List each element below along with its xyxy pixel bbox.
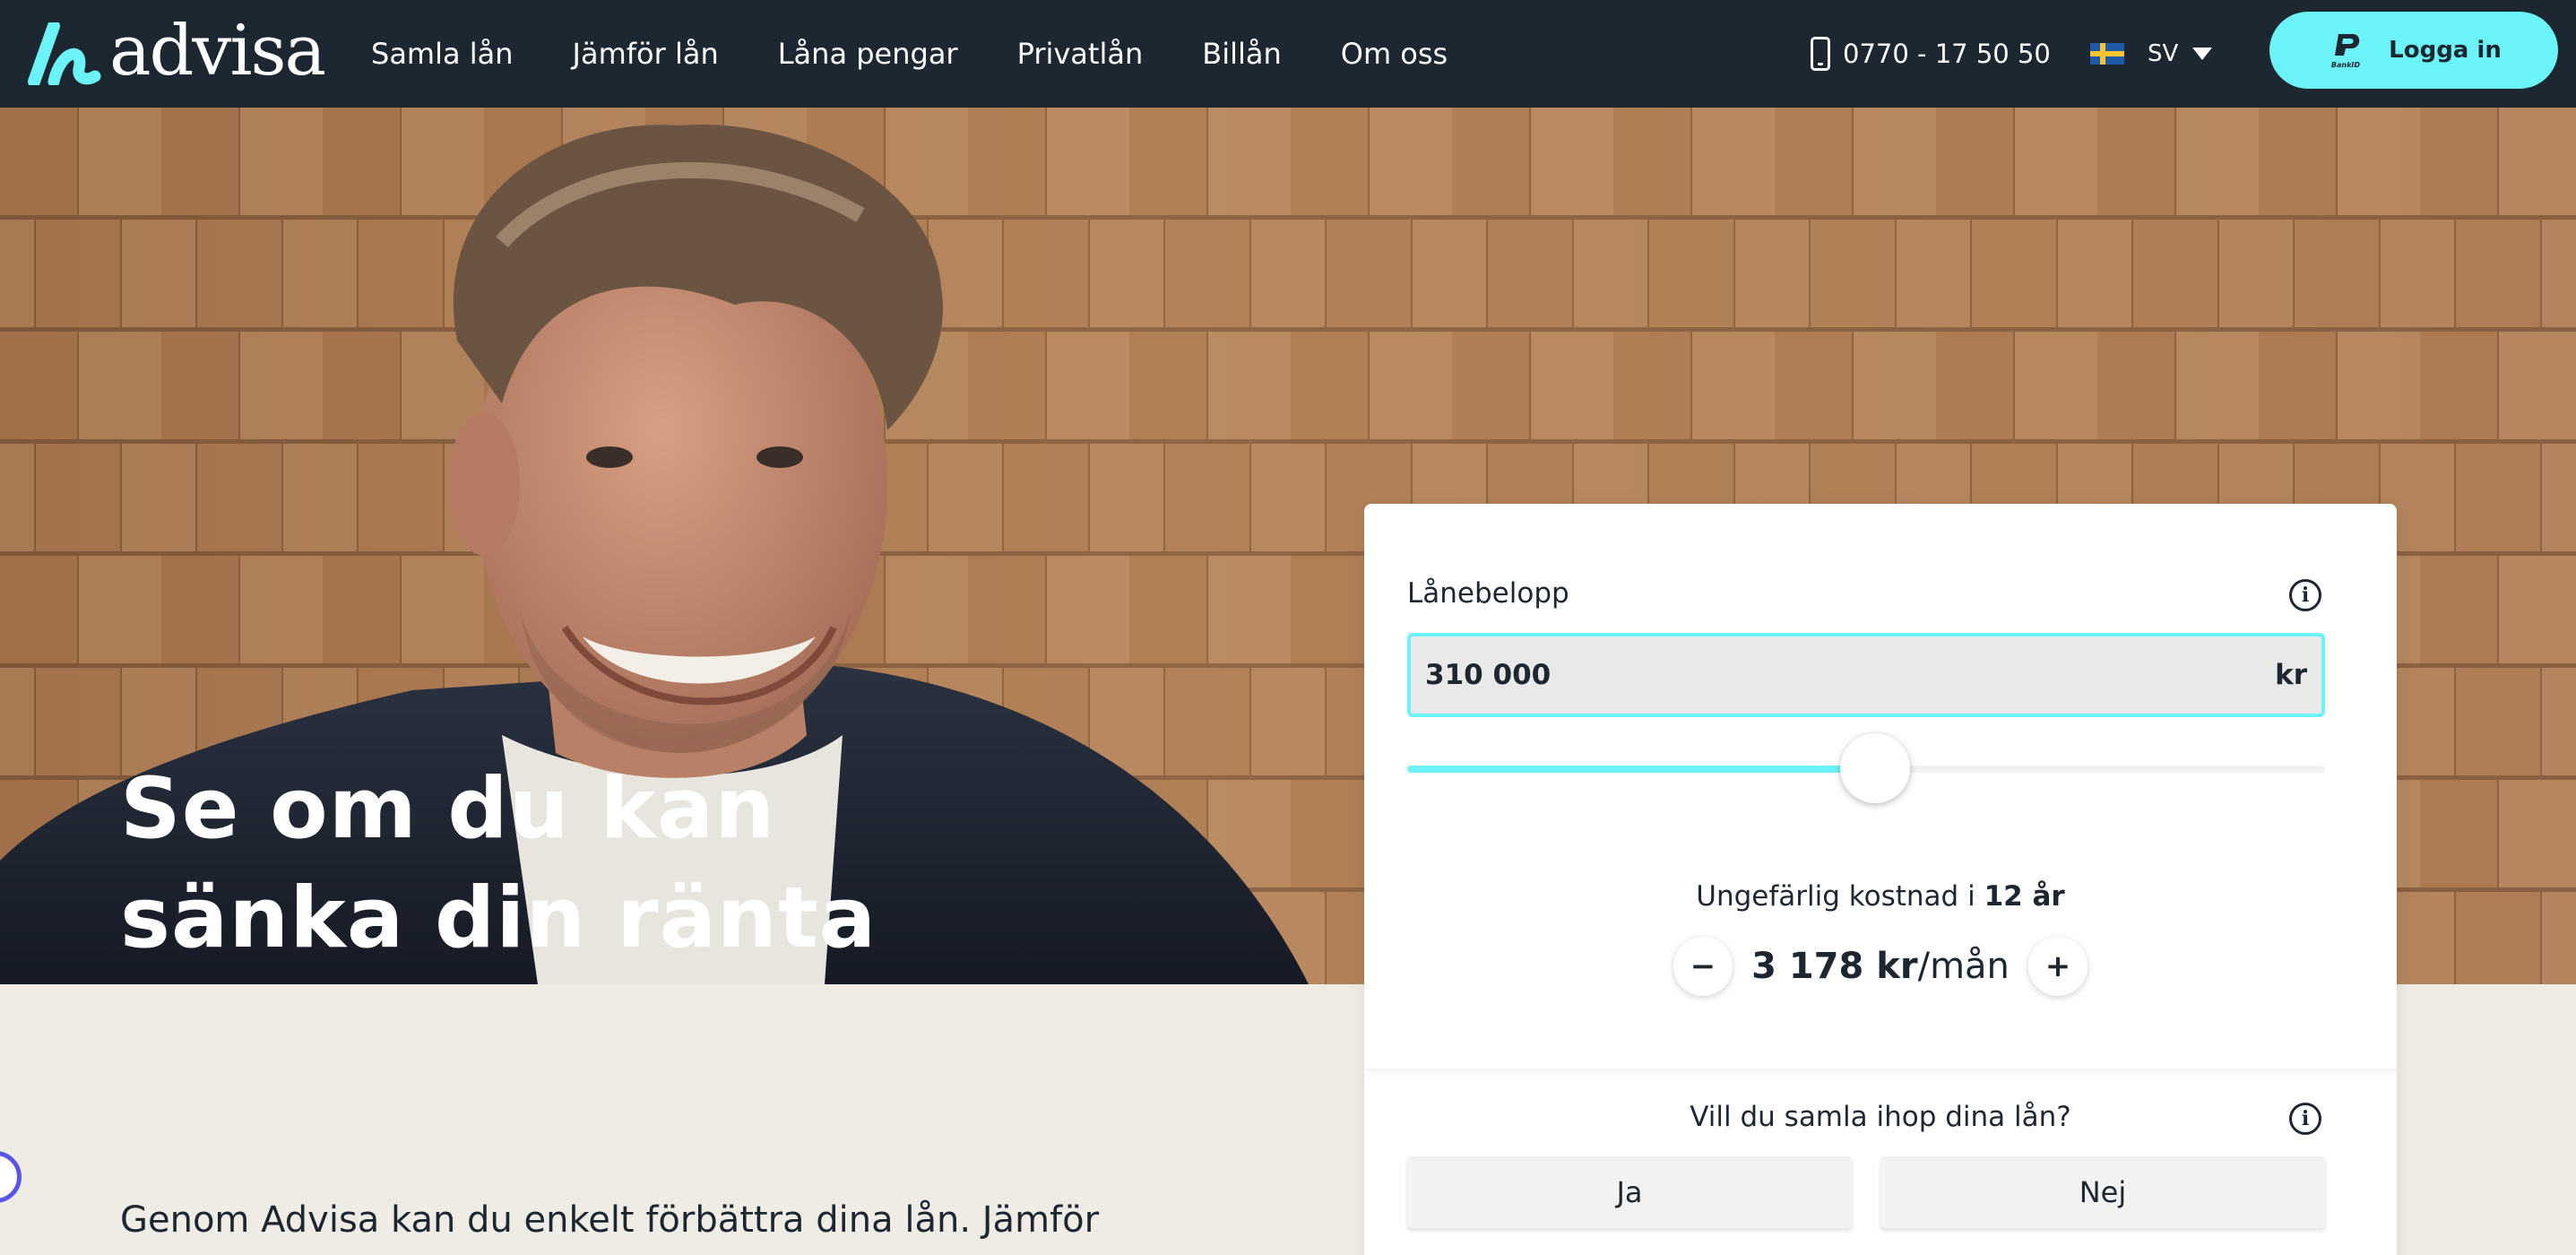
slider-fill xyxy=(1407,766,1876,773)
info-icon[interactable]: i xyxy=(2289,579,2321,611)
loan-calculator-card: Lånebelopp i 310 000 kr Ungefärlig kostn… xyxy=(1364,504,2397,1255)
advisa-logo-icon xyxy=(28,22,101,85)
slider-thumb[interactable] xyxy=(1840,733,1911,803)
language-code: SV xyxy=(2148,40,2179,67)
caret-down-icon xyxy=(2192,48,2213,60)
nav-om-oss[interactable]: Om oss xyxy=(1341,37,1448,71)
hero-title: Se om du kan sänka din ränta xyxy=(120,755,877,974)
bankid-icon: BankID xyxy=(2331,34,2361,69)
top-navigation: advisa Samla lån Jämför lån Låna pengar … xyxy=(0,0,2576,108)
loan-amount-input[interactable]: 310 000 kr xyxy=(1407,633,2325,717)
login-label: Logga in xyxy=(2389,37,2502,64)
approx-cost-label: Ungefärlig kostnad i 12 år xyxy=(1364,880,2397,913)
decrease-term-button[interactable]: − xyxy=(1673,937,1733,996)
increase-term-button[interactable]: + xyxy=(2028,937,2088,996)
bankid-icon-text: BankID xyxy=(2331,61,2360,69)
nav-billan[interactable]: Billån xyxy=(1202,37,1282,71)
loan-amount-slider[interactable] xyxy=(1407,733,2325,803)
phone-number: 0770 - 17 50 50 xyxy=(1843,39,2051,69)
consolidate-yes-button[interactable]: Ja xyxy=(1407,1156,1852,1228)
phone-link[interactable]: 0770 - 17 50 50 xyxy=(1811,0,2051,108)
loan-amount-value: 310 000 xyxy=(1425,659,1552,691)
hero-title-line-1: Se om du kan xyxy=(120,760,776,858)
sweden-flag-icon xyxy=(2090,43,2124,65)
nav-privatlan[interactable]: Privatlån xyxy=(1017,37,1144,71)
main-menu: Samla lån Jämför lån Låna pengar Privatl… xyxy=(371,0,1507,108)
monthly-cost-value: 3 178 kr xyxy=(1751,946,1918,987)
loan-amount-unit: kr xyxy=(2275,659,2307,691)
phone-icon xyxy=(1811,37,1830,71)
nav-lana-pengar[interactable]: Låna pengar xyxy=(778,37,958,71)
login-button[interactable]: BankID Logga in xyxy=(2269,12,2558,89)
hero-title-line-2: sänka din ränta xyxy=(120,870,877,967)
loan-amount-label: Lånebelopp xyxy=(1407,577,1569,610)
consolidate-question: Vill du samla ihop dina lån? xyxy=(1690,1101,2071,1133)
advisa-logo[interactable]: advisa xyxy=(27,11,326,91)
chat-widget-button[interactable] xyxy=(0,1151,22,1203)
calculator-top: Lånebelopp i 310 000 kr Ungefärlig kostn… xyxy=(1364,504,2397,1069)
logo-wordmark: advisa xyxy=(109,11,326,91)
loan-term-years: 12 år xyxy=(1984,880,2065,913)
monthly-cost: 3 178 kr/mån xyxy=(1733,946,2028,987)
nav-jamfor-lan[interactable]: Jämför lån xyxy=(573,37,719,71)
consolidate-no-button[interactable]: Nej xyxy=(1880,1156,2325,1228)
nav-samla-lan[interactable]: Samla lån xyxy=(371,37,514,71)
language-selector[interactable]: SV xyxy=(2090,0,2213,108)
monthly-cost-suffix: /mån xyxy=(1917,946,2010,987)
approx-cost-prefix: Ungefärlig kostnad i xyxy=(1696,880,1975,913)
monthly-cost-row: − 3 178 kr/mån + xyxy=(1364,930,2397,1002)
info-icon[interactable]: i xyxy=(2289,1103,2321,1135)
intro-text: Genom Advisa kan du enkelt förbättra din… xyxy=(120,1199,1100,1241)
